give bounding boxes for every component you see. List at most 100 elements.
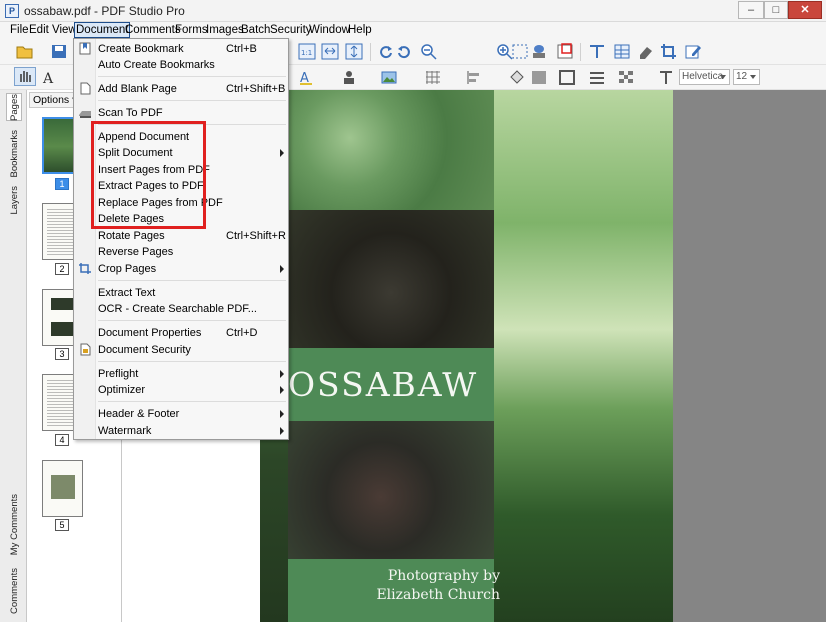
thumbnail-image bbox=[51, 298, 75, 310]
pdf-studio-icon: P bbox=[5, 4, 19, 18]
cover-credit-line-2: Elizabeth Church bbox=[376, 587, 500, 603]
menu-item-label: Optimizer bbox=[98, 384, 146, 396]
page-number-4: 4 bbox=[55, 434, 69, 446]
menu-security[interactable]: Security bbox=[269, 23, 313, 38]
menu-forms[interactable]: Forms bbox=[174, 23, 209, 38]
cover-page: OSSABAW Photography by Elizabeth Church bbox=[260, 90, 673, 622]
page-thumbnail-5[interactable] bbox=[42, 460, 83, 517]
actual-size-icon[interactable]: 1:1 bbox=[298, 43, 316, 60]
menu-item-optimizer[interactable]: Optimizer bbox=[74, 382, 288, 398]
menu-item-watermark[interactable]: Watermark bbox=[74, 423, 288, 439]
border-style-icon[interactable] bbox=[558, 69, 576, 86]
menu-item-auto-create-bookmarks[interactable]: Auto Create Bookmarks bbox=[74, 57, 288, 73]
text-color-icon[interactable]: A bbox=[298, 69, 316, 86]
menu-item-label: Add Blank Page bbox=[98, 83, 177, 95]
menu-file[interactable]: File bbox=[9, 23, 30, 38]
cover-photo-truck bbox=[288, 421, 494, 559]
font-size-select[interactable]: 12 bbox=[733, 69, 760, 85]
menu-item-shortcut: Ctrl+Shift+R bbox=[226, 230, 286, 242]
menu-window[interactable]: Window bbox=[308, 23, 351, 38]
line-width-icon[interactable] bbox=[588, 69, 606, 86]
font-name-value: Helvetica bbox=[682, 71, 724, 82]
cover-credit-line-1: Photography by bbox=[387, 568, 500, 584]
menu-separator bbox=[98, 320, 286, 321]
menu-item-ocr[interactable]: OCR - Create Searchable PDF... bbox=[74, 301, 288, 317]
menu-item-shortcut: Ctrl+D bbox=[226, 327, 258, 339]
close-button[interactable]: ✕ bbox=[788, 1, 822, 19]
fill-swatch-icon[interactable] bbox=[530, 69, 548, 86]
menu-bar: File Edit View Document Comments Forms I… bbox=[0, 22, 826, 39]
user-stamp-icon[interactable] bbox=[340, 69, 358, 86]
table-icon[interactable] bbox=[613, 43, 631, 60]
menu-item-extract-text[interactable]: Extract Text bbox=[74, 285, 288, 301]
menu-document[interactable]: Document bbox=[74, 22, 131, 38]
font-tool-icon[interactable] bbox=[657, 69, 675, 86]
align-icon[interactable] bbox=[465, 69, 483, 86]
menu-item-label: Scan To PDF bbox=[98, 107, 163, 119]
fit-width-icon[interactable] bbox=[321, 43, 339, 60]
submenu-arrow-icon bbox=[280, 149, 284, 157]
font-name-select[interactable]: Helvetica bbox=[679, 69, 730, 85]
maximize-button[interactable]: □ bbox=[764, 1, 788, 19]
menu-item-label: Rotate Pages bbox=[98, 230, 165, 242]
open-folder-icon[interactable] bbox=[16, 43, 34, 60]
menu-item-preflight[interactable]: Preflight bbox=[74, 366, 288, 382]
menu-item-label: OCR - Create Searchable PDF... bbox=[98, 303, 257, 315]
tab-bookmarks-label: Bookmarks bbox=[8, 130, 20, 178]
menu-item-add-blank-page[interactable]: Add Blank Page Ctrl+Shift+B bbox=[74, 81, 288, 97]
chevron-down-icon bbox=[720, 75, 726, 79]
menu-separator bbox=[98, 100, 286, 101]
marquee-zoom-icon[interactable] bbox=[511, 43, 529, 60]
toolbar-separator bbox=[370, 43, 371, 61]
menu-item-label: Create Bookmark bbox=[98, 43, 184, 55]
menu-images[interactable]: Images bbox=[205, 23, 245, 38]
chevron-down-icon bbox=[750, 75, 756, 79]
cover-title: OSSABAW bbox=[288, 365, 479, 404]
menu-item-label: Preflight bbox=[98, 368, 139, 380]
edit-icon[interactable] bbox=[684, 43, 702, 60]
grid-icon[interactable] bbox=[424, 69, 442, 86]
text-select-icon[interactable]: A bbox=[42, 69, 60, 86]
tab-pages[interactable]: Pages bbox=[6, 93, 22, 121]
minimize-button[interactable]: – bbox=[738, 1, 764, 19]
tab-my-comments[interactable]: My Comments bbox=[6, 494, 22, 555]
redact-icon[interactable] bbox=[556, 43, 574, 60]
tab-pages-label: Pages bbox=[8, 93, 20, 121]
crop-icon[interactable] bbox=[660, 43, 678, 60]
menu-item-create-bookmark[interactable]: Create Bookmark Ctrl+B bbox=[74, 41, 288, 57]
image-icon[interactable] bbox=[380, 69, 398, 86]
submenu-arrow-icon bbox=[280, 370, 284, 378]
menu-edit[interactable]: Edit bbox=[28, 23, 50, 38]
rotate-cw-icon[interactable] bbox=[377, 43, 395, 60]
window-title: ossabaw.pdf - PDF Studio Pro bbox=[24, 4, 185, 18]
side-tabs: Pages Bookmarks Layers My Comments Comme… bbox=[0, 90, 27, 622]
menu-comments[interactable]: Comments bbox=[124, 23, 182, 38]
hand-tool-icon[interactable] bbox=[14, 67, 36, 86]
page-number-2: 2 bbox=[55, 263, 69, 275]
menu-item-header-footer[interactable]: Header & Footer bbox=[74, 406, 288, 422]
stamp-icon[interactable] bbox=[530, 43, 548, 60]
thumbnail-image bbox=[51, 322, 75, 336]
fill-color-icon[interactable] bbox=[508, 69, 526, 86]
title-bar: P ossabaw.pdf - PDF Studio Pro – □ ✕ bbox=[0, 0, 826, 22]
zoom-out-icon[interactable] bbox=[420, 43, 438, 60]
tab-comments[interactable]: Comments bbox=[6, 568, 22, 614]
rotate-ccw-icon[interactable] bbox=[395, 43, 413, 60]
highlight-tool-icon[interactable] bbox=[588, 43, 606, 60]
options-label: Options bbox=[33, 94, 70, 106]
fit-page-icon[interactable] bbox=[345, 43, 363, 60]
menu-batch[interactable]: Batch bbox=[240, 23, 271, 38]
menu-help[interactable]: Help bbox=[347, 23, 373, 38]
opacity-icon[interactable] bbox=[617, 69, 635, 86]
menu-item-document-security[interactable]: Document Security bbox=[74, 342, 288, 358]
tab-layers[interactable]: Layers bbox=[6, 186, 22, 215]
eraser-icon[interactable] bbox=[637, 43, 655, 60]
menu-item-rotate-pages[interactable]: Rotate Pages Ctrl+Shift+R bbox=[74, 228, 288, 244]
tab-bookmarks[interactable]: Bookmarks bbox=[6, 130, 22, 178]
menu-item-scan-to-pdf[interactable]: Scan To PDF bbox=[74, 105, 288, 121]
svg-text:A: A bbox=[42, 71, 54, 86]
menu-item-crop-pages[interactable]: Crop Pages bbox=[74, 261, 288, 277]
menu-item-reverse-pages[interactable]: Reverse Pages bbox=[74, 244, 288, 260]
menu-item-document-properties[interactable]: Document Properties Ctrl+D bbox=[74, 325, 288, 341]
save-icon[interactable] bbox=[50, 43, 68, 60]
